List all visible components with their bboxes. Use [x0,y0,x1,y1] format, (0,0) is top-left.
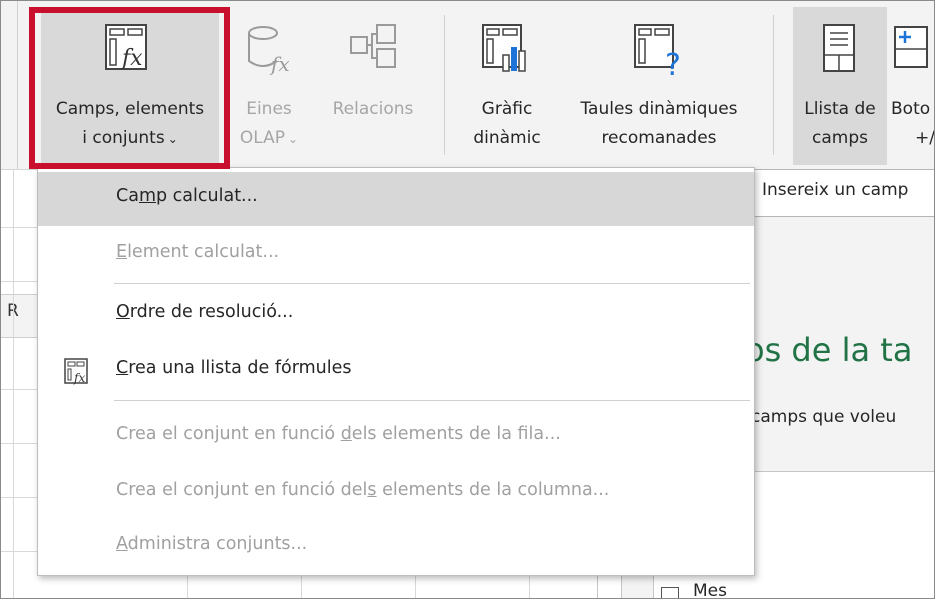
field-checkbox-mes[interactable] [661,587,679,598]
menu-item-calculated-item[interactable]: Element calculat... [38,228,754,282]
olap-tools-button[interactable]: fx Eines OLAP ⌄ [229,7,309,165]
field-list-icon [823,24,855,72]
fields-button-line2: i conjunts [82,128,165,148]
tooltip-text: Insereix un camp [762,180,909,200]
menu-item-list-formulas[interactable]: fx Crea una llista de fórmules [38,344,754,398]
chevron-down-icon: ⌄ [167,132,178,146]
buttons-line1: Boto [891,99,931,119]
tooltip: Insereix un camp [749,169,934,217]
menu-item-solve-order[interactable]: Ordre de resolució... [38,288,754,342]
olap-button-line2: OLAP [239,128,286,148]
pivotchart-line2: dinàmic [473,128,541,148]
fields-button-line1: Camps, elements [55,99,205,119]
ribbon-group-divider [773,15,774,155]
menu-item-calculated-field[interactable]: Camp calculat... [38,172,754,226]
ribbon-group-divider [444,15,445,155]
pivotchart-button[interactable]: Gràfic dinàmic [459,7,555,165]
relations-button-label: Relacions [332,99,414,119]
menu-item-manage-sets[interactable]: Administra conjunts... [38,520,754,574]
plus-minus-buttons-button[interactable]: Boto +/ [887,7,935,165]
pivotchart-line1: Gràfic [481,99,533,119]
grid-line [13,170,14,598]
relationships-button[interactable]: Relacions [317,7,429,165]
svg-text:fx: fx [73,371,85,385]
svg-text:?: ? [665,48,681,77]
recommended-line2: recomanades [601,128,717,148]
fieldlist-line1: Llista de [804,99,876,119]
fieldlist-line2: camps [812,128,868,148]
menu-item-set-from-rows[interactable]: Crea el conjunt en funció dels elements … [38,410,754,464]
olap-button-line1: Eines [246,99,292,119]
pivotchart-icon [482,24,526,72]
pivot-formula-icon: fx [64,358,88,385]
chevron-down-icon: ⌄ [288,132,299,146]
plus-minus-icon [894,26,928,68]
ribbon-left-divider [17,1,18,169]
svg-text:fx: fx [269,52,290,76]
window-frame: fx Camps, elements i conjunts ⌄ fx Eines … [0,0,935,599]
buttons-line2: +/ [915,128,935,148]
field-list-button[interactable]: Llista de camps [793,7,887,165]
pivot-formula-icon: fx [105,24,147,71]
menu-separator [114,400,750,401]
pane-subtitle: camps que voleu [751,407,897,427]
relationships-icon [350,24,396,68]
svg-text:fx: fx [120,46,143,71]
menu-item-set-from-columns[interactable]: Crea el conjunt en funció dels elements … [38,466,754,520]
menu-separator [114,283,750,284]
fields-items-sets-button[interactable]: fx Camps, elements i conjunts ⌄ [41,7,219,165]
recommended-pivottables-button[interactable]: ? Taules dinàmiques recomanades [559,7,759,165]
pane-title: os de la ta [745,331,913,369]
database-formula-icon: fx [248,26,290,76]
recommended-pivottable-icon: ? [634,24,681,77]
field-label-mes: Mes [693,581,727,599]
recommended-line1: Taules dinàmiques [580,99,738,119]
fields-items-sets-menu: Camp calculat... Element calculat... Ord… [37,167,755,576]
ribbon: fx Camps, elements i conjunts ⌄ fx Eines … [1,1,934,170]
